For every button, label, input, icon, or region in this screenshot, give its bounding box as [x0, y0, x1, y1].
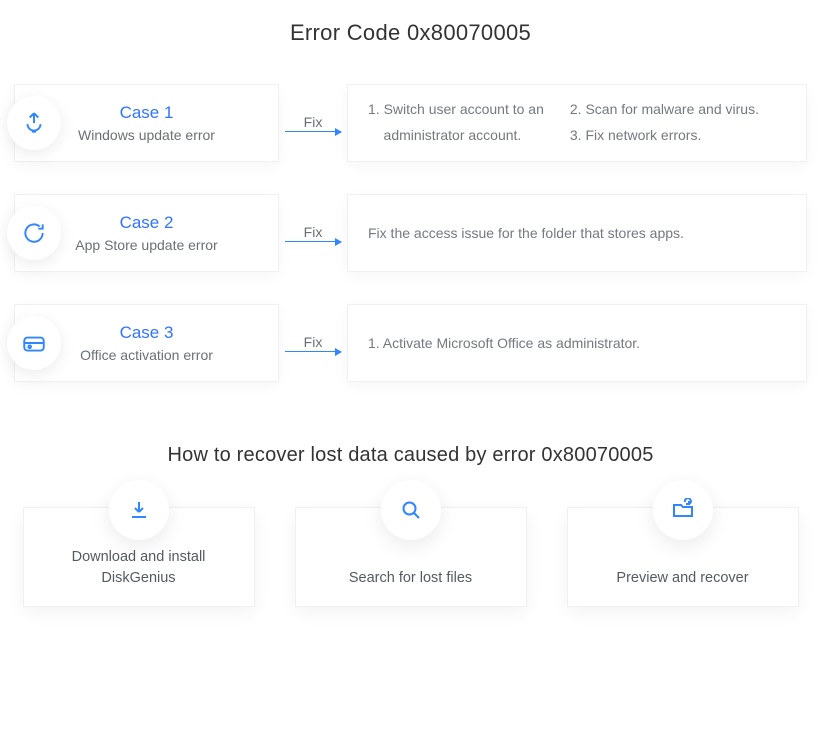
fix-label-2: Fix [304, 224, 323, 240]
step-1-label: Download and install DiskGenius [24, 547, 254, 588]
folder-recover-icon [653, 480, 713, 540]
fix-card-1: 1. Switch user account to an administrat… [347, 84, 807, 162]
arrow-icon [285, 131, 341, 132]
fix-arrow-3: Fix [279, 334, 347, 352]
card-icon [7, 316, 61, 370]
case-card-2: Case 2 App Store update error [14, 194, 279, 272]
step-2-label: Search for lost files [331, 568, 490, 588]
case-2-subtitle: App Store update error [75, 237, 217, 253]
lightbulb-up-icon [7, 96, 61, 150]
step-3-label: Preview and recover [598, 568, 766, 588]
refresh-icon [7, 206, 61, 260]
fix-card-3: 1. Activate Microsoft Office as administ… [347, 304, 807, 382]
step-card-2: Search for lost files [295, 507, 527, 607]
fix-arrow-1: Fix [279, 114, 347, 132]
recover-title: How to recover lost data caused by error… [10, 444, 811, 467]
fix-label-1: Fix [304, 114, 323, 130]
fix-card-2: Fix the access issue for the folder that… [347, 194, 807, 272]
case-card-1: Case 1 Windows update error [14, 84, 279, 162]
fix-1-item-2: 2. Scan for malware and virus. [570, 99, 759, 121]
case-1-subtitle: Windows update error [78, 127, 215, 143]
fix-1-item-1b: administrator account. [368, 125, 544, 147]
page-title: Error Code 0x80070005 [10, 20, 811, 46]
arrow-icon [285, 241, 341, 242]
case-3-title: Case 3 [120, 323, 174, 343]
case-2-title: Case 2 [120, 213, 174, 233]
arrow-icon [285, 351, 341, 352]
fix-3-text: 1. Activate Microsoft Office as administ… [368, 335, 640, 351]
steps-container: Download and install DiskGenius Search f… [10, 507, 811, 607]
fix-1-item-3: 3. Fix network errors. [570, 125, 759, 147]
download-icon [109, 480, 169, 540]
case-1-title: Case 1 [120, 103, 174, 123]
search-icon [381, 480, 441, 540]
case-3-subtitle: Office activation error [80, 347, 213, 363]
step-card-1: Download and install DiskGenius [23, 507, 255, 607]
cases-container: Case 1 Windows update error Fix 1. Switc… [10, 84, 811, 382]
fix-label-3: Fix [304, 334, 323, 350]
fix-arrow-2: Fix [279, 224, 347, 242]
case-row-3: Case 3 Office activation error Fix 1. Ac… [14, 304, 807, 382]
case-card-3: Case 3 Office activation error [14, 304, 279, 382]
fix-2-text: Fix the access issue for the folder that… [368, 225, 684, 241]
case-row-2: Case 2 App Store update error Fix Fix th… [14, 194, 807, 272]
case-row-1: Case 1 Windows update error Fix 1. Switc… [14, 84, 807, 162]
fix-1-item-1a: 1. Switch user account to an [368, 99, 544, 121]
step-card-3: Preview and recover [567, 507, 799, 607]
